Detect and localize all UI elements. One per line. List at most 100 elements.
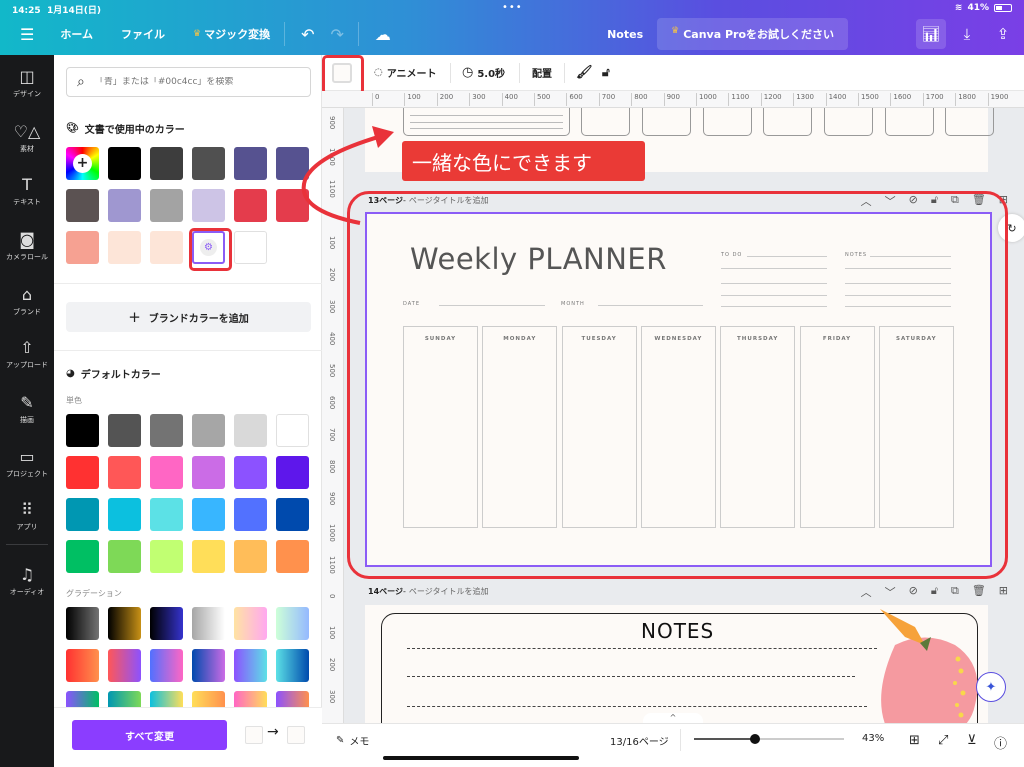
color-swatch[interactable] <box>234 231 267 264</box>
sidebar-item-design[interactable]: ◫ デザイン <box>0 67 54 99</box>
add-brand-color-button[interactable]: + ブランドカラーを追加 <box>66 302 311 332</box>
color-swatch[interactable] <box>192 540 225 573</box>
color-swatch[interactable] <box>276 540 309 573</box>
color-swatch[interactable] <box>66 231 99 264</box>
notes-button[interactable]: ✎ メモ <box>336 733 369 748</box>
page-title-input[interactable]: ページタイトルを追加 <box>409 586 489 597</box>
color-swatch[interactable] <box>234 456 267 489</box>
chevron-up-icon[interactable]: ︿ <box>861 584 872 600</box>
color-search-input[interactable] <box>94 77 295 87</box>
file-menu[interactable]: ファイル <box>121 26 165 42</box>
color-swatch[interactable] <box>150 231 183 264</box>
try-pro-button[interactable]: ♛ Canva Proをお試しください <box>657 18 848 50</box>
sidebar-item-text[interactable]: T テキスト <box>0 175 54 207</box>
page-14-notes[interactable]: NOTES <box>365 605 988 723</box>
color-swatch[interactable] <box>150 498 183 531</box>
color-swatch[interactable] <box>276 414 309 447</box>
color-swatch[interactable] <box>108 231 141 264</box>
change-all-button[interactable]: すべて変更 <box>72 720 227 750</box>
hide-page-icon[interactable]: ⊘ <box>909 584 918 600</box>
color-swatch[interactable] <box>108 147 141 180</box>
color-swatch[interactable] <box>234 189 267 222</box>
position-button[interactable]: 配置 <box>532 65 552 80</box>
lock-page-icon[interactable]: 🔓︎ <box>931 584 938 600</box>
color-swatch[interactable] <box>150 414 183 447</box>
insights-button[interactable]: 📊︎ <box>916 19 946 49</box>
gradient-swatch[interactable] <box>150 607 183 640</box>
color-swatch[interactable] <box>66 456 99 489</box>
color-swatch[interactable] <box>108 414 141 447</box>
download-circle-button[interactable]: ⊻ <box>967 733 977 748</box>
color-swatch[interactable] <box>234 540 267 573</box>
gradient-swatch[interactable] <box>66 649 99 682</box>
sidebar-item-brand[interactable]: ⌂ ブランド <box>0 285 54 317</box>
color-swatch[interactable] <box>66 414 99 447</box>
magic-assistant-button[interactable]: ✦ <box>976 672 1006 702</box>
redo-button[interactable]: ↷ <box>331 25 344 44</box>
color-swatch[interactable] <box>192 498 225 531</box>
gradient-swatch[interactable] <box>192 649 225 682</box>
gradient-swatch[interactable] <box>276 649 309 682</box>
zoom-slider-knob[interactable] <box>750 734 761 744</box>
color-swatch[interactable] <box>192 147 225 180</box>
zoom-level[interactable]: 43% <box>862 733 884 744</box>
animate-button[interactable]: ◌ アニメート <box>374 65 437 80</box>
color-swatch[interactable] <box>276 498 309 531</box>
gradient-swatch[interactable] <box>150 649 183 682</box>
add-color-button[interactable]: + <box>66 147 99 180</box>
help-button[interactable]: ⓘ <box>994 733 1007 752</box>
delete-page-icon[interactable]: 🗑︎ <box>972 584 986 600</box>
color-swatch[interactable] <box>150 456 183 489</box>
add-page-icon[interactable]: ⊞ <box>999 584 1008 600</box>
notes-title[interactable]: NOTES <box>641 619 714 643</box>
home-button[interactable]: ホーム <box>60 26 93 42</box>
color-swatch[interactable] <box>108 540 141 573</box>
gradient-swatch[interactable] <box>192 607 225 640</box>
chevron-down-icon[interactable]: ﹀ <box>885 584 896 600</box>
color-swatch[interactable] <box>150 147 183 180</box>
color-swatch[interactable] <box>108 189 141 222</box>
lock-button[interactable]: 🔓︎ <box>602 65 610 80</box>
color-swatch[interactable] <box>192 414 225 447</box>
color-swatch[interactable] <box>192 456 225 489</box>
sidebar-item-projects[interactable]: ▭ プロジェクト <box>0 447 54 479</box>
color-swatch[interactable] <box>234 414 267 447</box>
grid-view-button[interactable]: ⊞ <box>909 733 920 748</box>
sidebar-item-camera-roll[interactable]: ◙ カメラロール <box>0 230 54 262</box>
gradient-swatch[interactable] <box>234 607 267 640</box>
zoom-slider[interactable] <box>694 734 844 744</box>
color-swatch[interactable] <box>66 498 99 531</box>
gradient-swatch[interactable] <box>234 649 267 682</box>
gradient-swatch[interactable] <box>276 607 309 640</box>
duration-button[interactable]: ◷ 5.0秒 <box>462 65 505 80</box>
color-swatch[interactable] <box>108 498 141 531</box>
page-indicator[interactable]: 13/16ページ <box>610 733 669 748</box>
sidebar-item-apps[interactable]: ⠿ アプリ <box>0 500 54 532</box>
color-swatch[interactable] <box>66 540 99 573</box>
color-swatch[interactable] <box>276 456 309 489</box>
color-swatch[interactable] <box>66 189 99 222</box>
sidebar-item-audio[interactable]: ♫ オーディオ <box>0 565 54 597</box>
color-swatch[interactable] <box>108 456 141 489</box>
gradient-swatch[interactable] <box>108 607 141 640</box>
color-swatch[interactable] <box>234 498 267 531</box>
sidebar-item-elements[interactable]: ♡△ 素材 <box>0 122 54 154</box>
gradient-swatch[interactable] <box>66 607 99 640</box>
copy-style-button[interactable]: 🖌︎ <box>576 65 593 80</box>
duplicate-page-icon[interactable]: ⧉ <box>951 584 959 600</box>
color-swatch[interactable] <box>150 540 183 573</box>
color-swatch[interactable] <box>150 189 183 222</box>
color-search[interactable]: ⌕ <box>66 67 311 97</box>
magic-switch-button[interactable]: ♛ マジック変換 <box>193 26 270 42</box>
color-swatch[interactable] <box>234 147 267 180</box>
sidebar-item-draw[interactable]: ✎ 描画 <box>0 393 54 425</box>
multitask-dots[interactable]: ••• <box>502 2 523 13</box>
document-title[interactable]: Notes <box>607 28 643 41</box>
download-button[interactable]: ⤓ <box>952 19 982 49</box>
undo-button[interactable]: ↶ <box>301 25 314 44</box>
share-button[interactable]: ⇪ <box>988 19 1018 49</box>
menu-button[interactable]: ☰ <box>20 25 34 44</box>
cloud-save-status[interactable]: ☁ <box>375 25 391 44</box>
fullscreen-button[interactable]: ⤢ <box>938 733 948 748</box>
gradient-swatch[interactable] <box>108 649 141 682</box>
